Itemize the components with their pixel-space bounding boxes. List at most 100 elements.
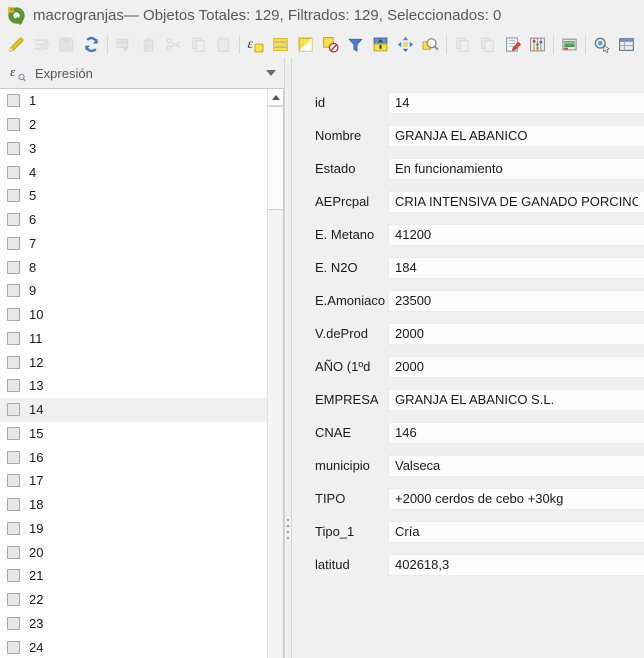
feature-row[interactable]: 15 [0, 421, 267, 446]
splitter-grip-icon [286, 517, 290, 543]
zoom-to-selection-button[interactable] [418, 32, 443, 56]
field-input[interactable] [388, 487, 644, 510]
field-input[interactable] [388, 124, 644, 147]
feature-checkbox[interactable] [7, 379, 20, 393]
funnel-icon [347, 36, 364, 53]
feature-row[interactable]: 8 [0, 255, 267, 279]
select-by-expression-button[interactable]: ε [243, 32, 268, 56]
feature-row[interactable]: 21 [0, 564, 267, 588]
reload-button[interactable] [79, 32, 104, 56]
feature-checkbox[interactable] [7, 118, 20, 132]
feature-checkbox[interactable] [7, 498, 20, 512]
pan-to-selection-button[interactable] [393, 32, 418, 56]
feature-list-panel: ε Expresión 1 2 3 4 5 6 7 8 9 10 11 12 13 14 15 16 17 18 1… [0, 58, 284, 658]
feature-checkbox[interactable] [7, 308, 20, 322]
feature-checkbox[interactable] [7, 616, 20, 630]
feature-row[interactable]: 6 [0, 207, 267, 232]
field-calculator-button[interactable] [500, 32, 525, 56]
feature-row[interactable]: 16 [0, 445, 267, 469]
field-input[interactable] [388, 520, 644, 543]
field-input[interactable] [388, 355, 644, 378]
feature-row[interactable]: 18 [0, 492, 267, 517]
feature-checkbox[interactable] [7, 426, 20, 440]
feature-checkbox[interactable] [7, 640, 20, 654]
scissors-icon [165, 36, 182, 53]
feature-checkbox[interactable] [7, 213, 20, 227]
field-input[interactable] [388, 388, 644, 411]
field-input[interactable] [388, 256, 644, 279]
field-input[interactable] [388, 223, 644, 246]
field-input[interactable] [388, 322, 644, 345]
feature-row[interactable]: 3 [0, 136, 267, 161]
feature-checkbox[interactable] [7, 165, 20, 179]
feature-row[interactable]: 9 [0, 279, 267, 303]
feature-checkbox[interactable] [7, 545, 20, 559]
field-label: TIPO [315, 491, 346, 506]
feature-checkbox[interactable] [7, 355, 20, 369]
toggle-editing-button[interactable] [4, 32, 29, 56]
conditional-formatting-button[interactable] [525, 32, 550, 56]
feature-row[interactable]: 22 [0, 587, 267, 612]
feature-checkbox[interactable] [7, 450, 20, 464]
field-input[interactable] [388, 553, 644, 576]
dock-panel-icon [561, 36, 578, 53]
search-widget-button[interactable] [589, 32, 614, 56]
feature-checkbox[interactable] [7, 141, 20, 155]
invert-selection-button[interactable] [293, 32, 318, 56]
dock-table-button[interactable] [557, 32, 582, 56]
feature-row[interactable]: 10 [0, 302, 267, 327]
paste-icon [215, 36, 232, 53]
feature-rows: 1 2 3 4 5 6 7 8 9 10 11 12 13 14 15 16 17 18 19 20 21 22 23 24 [0, 89, 267, 658]
attribute-table-toolbar: ε [0, 30, 644, 58]
feature-checkbox[interactable] [7, 593, 20, 607]
feature-checkbox[interactable] [7, 521, 20, 535]
feature-row[interactable]: 23 [0, 611, 267, 636]
feature-checkbox[interactable] [7, 474, 20, 488]
switch-form-view-button[interactable] [614, 32, 639, 56]
feature-row[interactable]: 24 [0, 635, 267, 658]
filter-select-button[interactable] [343, 32, 368, 56]
feature-checkbox[interactable] [7, 569, 20, 583]
feature-checkbox[interactable] [7, 236, 20, 250]
deselect-all-button[interactable] [318, 32, 343, 56]
feature-row[interactable]: 1 [0, 89, 267, 113]
field-input[interactable] [388, 421, 644, 444]
select-all-button[interactable] [268, 32, 293, 56]
feature-row[interactable]: 7 [0, 231, 267, 256]
feature-row[interactable]: 13 [0, 374, 267, 398]
feature-checkbox[interactable] [7, 189, 20, 203]
feature-checkbox[interactable] [7, 284, 20, 298]
paste-features-button [211, 32, 236, 56]
feature-id-label: 5 [29, 188, 37, 204]
scroll-up-button[interactable] [268, 89, 283, 106]
feature-row[interactable]: 19 [0, 516, 267, 541]
qgis-logo-icon [7, 6, 26, 25]
field-input[interactable] [388, 190, 644, 213]
field-input[interactable] [388, 454, 644, 477]
move-selection-top-button[interactable] [368, 32, 393, 56]
feature-row[interactable]: 14 [0, 397, 267, 422]
feature-list-scrollbar[interactable] [267, 89, 283, 658]
chevron-down-icon[interactable] [266, 70, 276, 76]
feature-row[interactable]: 4 [0, 160, 267, 184]
field-input[interactable] [388, 157, 644, 180]
copy-icon [454, 36, 471, 53]
feature-row[interactable]: 2 [0, 112, 267, 137]
feature-row[interactable]: 12 [0, 350, 267, 374]
feature-row[interactable]: 11 [0, 326, 267, 351]
expression-filter-combobox[interactable]: ε Expresión [0, 58, 284, 88]
scrollbar-thumb[interactable] [268, 106, 283, 210]
feature-checkbox[interactable] [7, 331, 20, 345]
feature-checkbox[interactable] [7, 94, 20, 108]
feature-checkbox[interactable] [7, 403, 20, 417]
field-row: latitud [292, 548, 644, 581]
field-input[interactable] [388, 91, 644, 114]
panel-splitter[interactable] [284, 58, 292, 658]
field-row: municipio [292, 449, 644, 482]
feature-row[interactable]: 5 [0, 184, 267, 208]
feature-checkbox[interactable] [7, 260, 20, 274]
field-input[interactable] [388, 289, 644, 312]
epsilon-square-icon: ε [247, 36, 264, 53]
feature-row[interactable]: 20 [0, 540, 267, 564]
feature-row[interactable]: 17 [0, 469, 267, 493]
